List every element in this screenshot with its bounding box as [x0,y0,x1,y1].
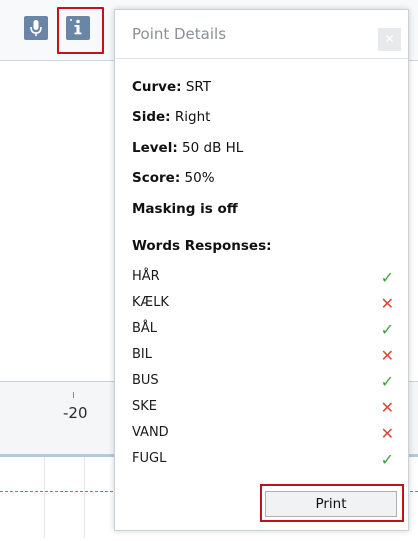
word-text: SKE [132,399,157,414]
point-details-popup: Point Details ✕ Curve: SRT Side: Right L… [114,9,409,531]
score-label: Score: [132,170,181,186]
microphone-button[interactable] [24,16,48,40]
axis-tick [73,392,74,398]
axis-tick-label: -20 [63,404,88,422]
word-row: BÅL ✓ [132,320,394,341]
word-text: VAND [132,425,169,440]
word-row: KÆLK ✕ [132,294,394,315]
check-icon: ✓ [380,320,394,339]
word-text: HÅR [132,269,160,284]
score-row: Score: 50% [132,170,215,186]
grid-line [84,457,85,538]
level-label: Level: [132,140,178,156]
level-value: 50 dB HL [182,140,244,156]
word-text: BIL [132,347,152,362]
score-value: 50% [184,170,215,186]
info-button-highlight [57,7,104,54]
cross-icon: ✕ [380,346,394,365]
word-row: BIL ✕ [132,346,394,367]
word-row: HÅR ✓ [132,268,394,289]
check-icon: ✓ [380,372,394,391]
cross-icon: ✕ [380,294,394,313]
microphone-icon [24,16,48,40]
close-button[interactable]: ✕ [378,28,401,51]
masking-status: Masking is off [132,201,238,217]
word-row: FUGL ✓ [132,450,394,471]
check-icon: ✓ [380,268,394,287]
word-row: BUS ✓ [132,372,394,393]
popup-title: Point Details [132,25,227,43]
side-label: Side: [132,109,171,125]
close-icon: ✕ [384,32,395,46]
cross-icon: ✕ [380,424,394,443]
word-row: VAND ✕ [132,424,394,445]
check-icon: ✓ [380,450,394,469]
curve-label: Curve: [132,79,182,95]
curve-row: Curve: SRT [132,79,211,95]
cross-icon: ✕ [380,398,394,417]
level-row: Level: 50 dB HL [132,140,243,156]
word-text: BÅL [132,321,158,336]
word-text: BUS [132,373,159,388]
word-text: FUGL [132,451,167,466]
curve-value: SRT [185,79,212,95]
grid-line [44,457,45,538]
word-text: KÆLK [132,295,169,310]
word-row: SKE ✕ [132,398,394,419]
side-row: Side: Right [132,109,210,125]
popup-header: Point Details ✕ [115,10,408,59]
side-value: Right [174,109,211,125]
print-button-highlight [260,484,404,522]
words-heading: Words Responses: [132,238,272,254]
